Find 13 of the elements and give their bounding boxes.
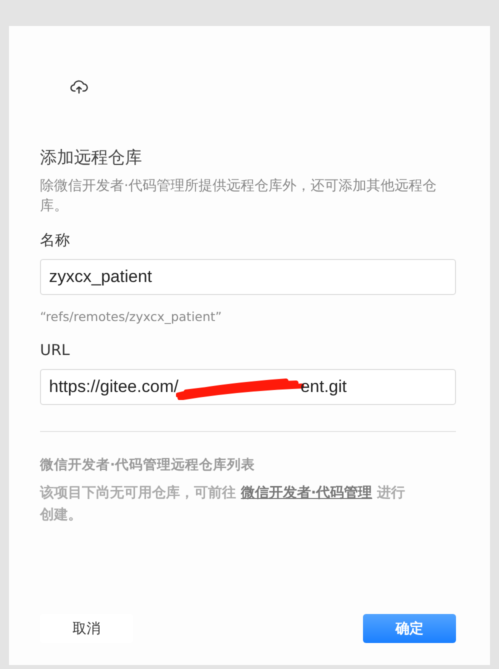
ref-path-text: “refs/remotes/zyxcx_patient” xyxy=(40,308,223,326)
empty-message: 该项目下尚无可用仓库，可前往 微信开发者·代码管理 进行创建。 xyxy=(40,484,406,525)
url-text: ent.git xyxy=(300,377,347,397)
name-input-field[interactable]: zyxcx_patient xyxy=(40,259,456,295)
description-text: 除微信开发者·代码管理所提供远程仓库外，还可添加其他远程仓库。 xyxy=(40,177,438,216)
cloud-upload-icon[interactable] xyxy=(70,80,88,94)
section-title: 微信开发者·代码管理远程仓库列表 xyxy=(40,456,256,474)
field-label: URL xyxy=(40,340,71,361)
url-input-field[interactable]: https://gitee.com/ ent.git xyxy=(40,369,456,405)
field-label: 名称 xyxy=(40,230,71,251)
dialog-title: 添加远程仓库 xyxy=(40,147,143,169)
url-text: https://gitee.com/ xyxy=(49,377,178,397)
code-management-link[interactable]: 微信开发者·代码管理 xyxy=(240,485,372,501)
